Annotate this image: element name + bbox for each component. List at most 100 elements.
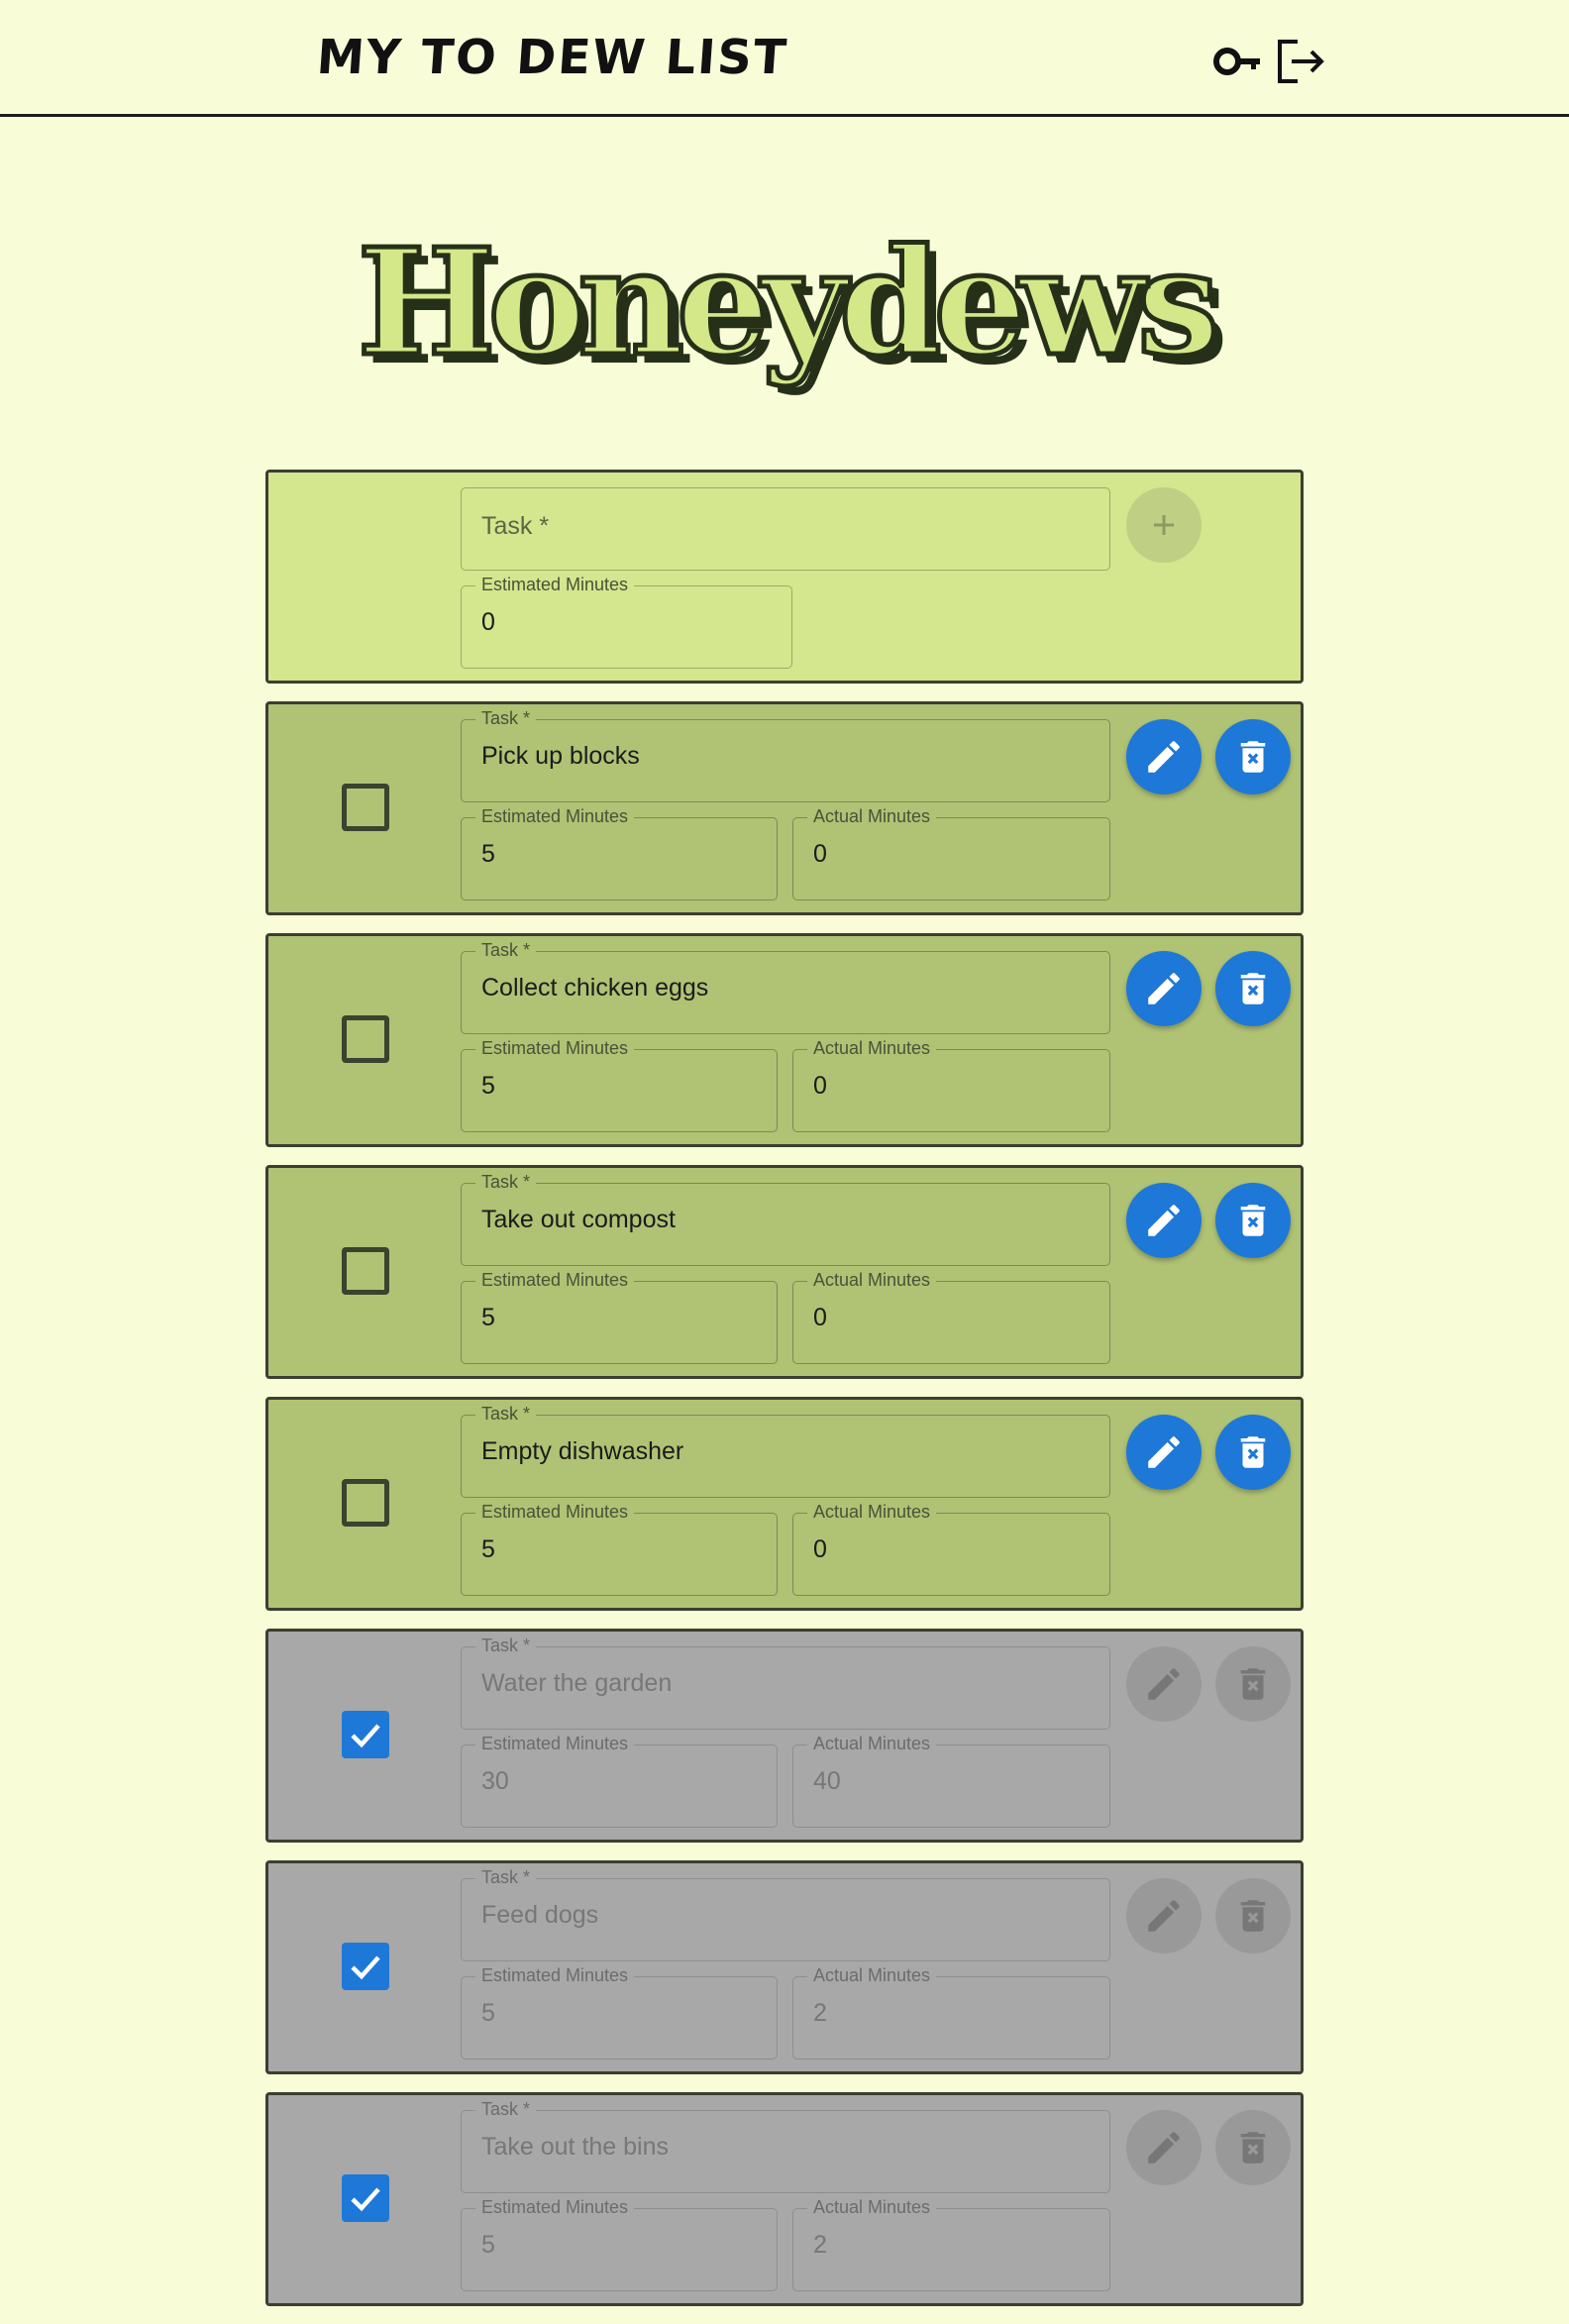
estimated-minutes-label: Estimated Minutes bbox=[475, 575, 635, 594]
edit-task-button[interactable] bbox=[1126, 951, 1202, 1026]
estimated-minutes-label: Estimated Minutes bbox=[475, 1965, 635, 1985]
task-name-value: Take out compost bbox=[481, 1206, 676, 1233]
page-title: Honeydews bbox=[355, 214, 1222, 391]
trash-icon bbox=[1232, 736, 1274, 778]
pencil-icon bbox=[1143, 1895, 1185, 1937]
logout-icon[interactable] bbox=[1274, 34, 1329, 89]
task-card: Task * Collect chicken eggs Estimated Mi… bbox=[265, 933, 1304, 1147]
task-name-value: Pick up blocks bbox=[481, 742, 640, 770]
estimated-minutes-field[interactable]: Estimated Minutes 5 bbox=[461, 1270, 778, 1364]
task-label: Task * bbox=[475, 1636, 537, 1655]
estimated-minutes-field[interactable]: Estimated Minutes 5 bbox=[461, 1038, 778, 1132]
task-label: Task * bbox=[475, 1867, 537, 1887]
task-name-field[interactable]: Task * Take out compost bbox=[461, 1172, 1110, 1266]
actual-minutes-value: 0 bbox=[813, 840, 827, 868]
estimated-minutes-value: 5 bbox=[481, 1999, 495, 2027]
pencil-icon bbox=[1143, 736, 1185, 778]
actual-minutes-field[interactable]: Actual Minutes 40 bbox=[792, 1734, 1110, 1828]
trash-icon bbox=[1232, 1663, 1274, 1705]
task-name-value: Water the garden bbox=[481, 1669, 673, 1697]
task-card: Task * Empty dishwasher Estimated Minute… bbox=[265, 1397, 1304, 1611]
add-task-button[interactable] bbox=[1126, 487, 1202, 563]
task-name-field[interactable]: Task * Pick up blocks bbox=[461, 708, 1110, 802]
task-done-checkbox[interactable] bbox=[342, 1943, 389, 1990]
estimated-minutes-value: 30 bbox=[481, 1767, 509, 1795]
estimated-minutes-value: 5 bbox=[481, 1535, 495, 1563]
new-task-card: Task * Estimated Minutes 0 bbox=[265, 470, 1304, 684]
task-done-checkbox[interactable] bbox=[342, 1711, 389, 1758]
actual-minutes-label: Actual Minutes bbox=[807, 1734, 937, 1753]
delete-task-button[interactable] bbox=[1215, 951, 1291, 1026]
pencil-icon bbox=[1143, 1200, 1185, 1241]
actual-minutes-value: 2 bbox=[813, 1999, 827, 2027]
task-label: Task * bbox=[475, 940, 537, 960]
delete-task-button[interactable] bbox=[1215, 1415, 1291, 1490]
estimated-minutes-field[interactable]: Estimated Minutes 5 bbox=[461, 2197, 778, 2291]
task-name-value: Empty dishwasher bbox=[481, 1437, 684, 1465]
estimated-minutes-label: Estimated Minutes bbox=[475, 1734, 635, 1753]
task-name-field[interactable]: Task * Take out the bins bbox=[461, 2099, 1110, 2193]
task-name-field[interactable]: Task * Water the garden bbox=[461, 1636, 1110, 1730]
task-name-field[interactable]: Task * Empty dishwasher bbox=[461, 1404, 1110, 1498]
delete-task-button[interactable] bbox=[1215, 2110, 1291, 2185]
estimated-minutes-label: Estimated Minutes bbox=[475, 1038, 635, 1058]
task-card: Task * Take out compost Estimated Minute… bbox=[265, 1165, 1304, 1379]
task-card: Task * Pick up blocks Estimated Minutes … bbox=[265, 701, 1304, 915]
new-task-placeholder: Task * bbox=[481, 512, 550, 540]
trash-icon bbox=[1232, 2127, 1274, 2168]
task-done-checkbox[interactable] bbox=[342, 784, 389, 831]
new-estimated-minutes-field[interactable]: Estimated Minutes 0 bbox=[461, 575, 792, 669]
edit-task-button[interactable] bbox=[1126, 1878, 1202, 1954]
plus-icon bbox=[1154, 515, 1174, 535]
actual-minutes-label: Actual Minutes bbox=[807, 806, 937, 826]
actual-minutes-value: 2 bbox=[813, 2231, 827, 2259]
edit-task-button[interactable] bbox=[1126, 1646, 1202, 1722]
task-label: Task * bbox=[475, 708, 537, 728]
actual-minutes-field[interactable]: Actual Minutes 0 bbox=[792, 1270, 1110, 1364]
actual-minutes-label: Actual Minutes bbox=[807, 1038, 937, 1058]
edit-task-button[interactable] bbox=[1126, 2110, 1202, 2185]
estimated-minutes-field[interactable]: Estimated Minutes 5 bbox=[461, 806, 778, 900]
task-done-checkbox[interactable] bbox=[342, 2174, 389, 2222]
estimated-minutes-label: Estimated Minutes bbox=[475, 1270, 635, 1290]
task-name-value: Take out the bins bbox=[481, 2133, 670, 2161]
pencil-icon bbox=[1143, 1431, 1185, 1473]
key-icon[interactable] bbox=[1210, 34, 1266, 89]
pencil-icon bbox=[1143, 1663, 1185, 1705]
edit-task-button[interactable] bbox=[1126, 1415, 1202, 1490]
task-name-field[interactable]: Task * Feed dogs bbox=[461, 1867, 1110, 1961]
new-task-input[interactable]: Task * bbox=[461, 487, 1110, 571]
actual-minutes-label: Actual Minutes bbox=[807, 1270, 937, 1290]
delete-task-button[interactable] bbox=[1215, 1646, 1291, 1722]
actual-minutes-field[interactable]: Actual Minutes 2 bbox=[792, 1965, 1110, 2060]
edit-task-button[interactable] bbox=[1126, 719, 1202, 794]
actual-minutes-field[interactable]: Actual Minutes 0 bbox=[792, 1038, 1110, 1132]
task-done-checkbox[interactable] bbox=[342, 1015, 389, 1063]
estimated-minutes-label: Estimated Minutes bbox=[475, 2197, 635, 2217]
task-label: Task * bbox=[475, 1172, 537, 1192]
actual-minutes-field[interactable]: Actual Minutes 0 bbox=[792, 1502, 1110, 1596]
delete-task-button[interactable] bbox=[1215, 719, 1291, 794]
estimated-minutes-field[interactable]: Estimated Minutes 30 bbox=[461, 1734, 778, 1828]
actual-minutes-field[interactable]: Actual Minutes 0 bbox=[792, 806, 1110, 900]
estimated-minutes-value: 0 bbox=[481, 608, 495, 636]
estimated-minutes-field[interactable]: Estimated Minutes 5 bbox=[461, 1965, 778, 2060]
task-name-field[interactable]: Task * Collect chicken eggs bbox=[461, 940, 1110, 1034]
delete-task-button[interactable] bbox=[1215, 1183, 1291, 1258]
task-card: Task * Take out the bins Estimated Minut… bbox=[265, 2092, 1304, 2306]
task-label: Task * bbox=[475, 1404, 537, 1424]
edit-task-button[interactable] bbox=[1126, 1183, 1202, 1258]
actual-minutes-label: Actual Minutes bbox=[807, 2197, 937, 2217]
task-done-checkbox[interactable] bbox=[342, 1479, 389, 1527]
estimated-minutes-value: 5 bbox=[481, 2231, 495, 2259]
task-done-checkbox[interactable] bbox=[342, 1247, 389, 1295]
estimated-minutes-field[interactable]: Estimated Minutes 5 bbox=[461, 1502, 778, 1596]
task-card: Task * Feed dogs Estimated Minutes 5 Act… bbox=[265, 1860, 1304, 2074]
actual-minutes-field[interactable]: Actual Minutes 2 bbox=[792, 2197, 1110, 2291]
app-header: MY TO DEW LIST bbox=[0, 0, 1569, 117]
task-name-value: Collect chicken eggs bbox=[481, 974, 709, 1002]
estimated-minutes-label: Estimated Minutes bbox=[475, 806, 635, 826]
delete-task-button[interactable] bbox=[1215, 1878, 1291, 1954]
actual-minutes-value: 0 bbox=[813, 1535, 827, 1563]
task-card: Task * Water the garden Estimated Minute… bbox=[265, 1629, 1304, 1843]
